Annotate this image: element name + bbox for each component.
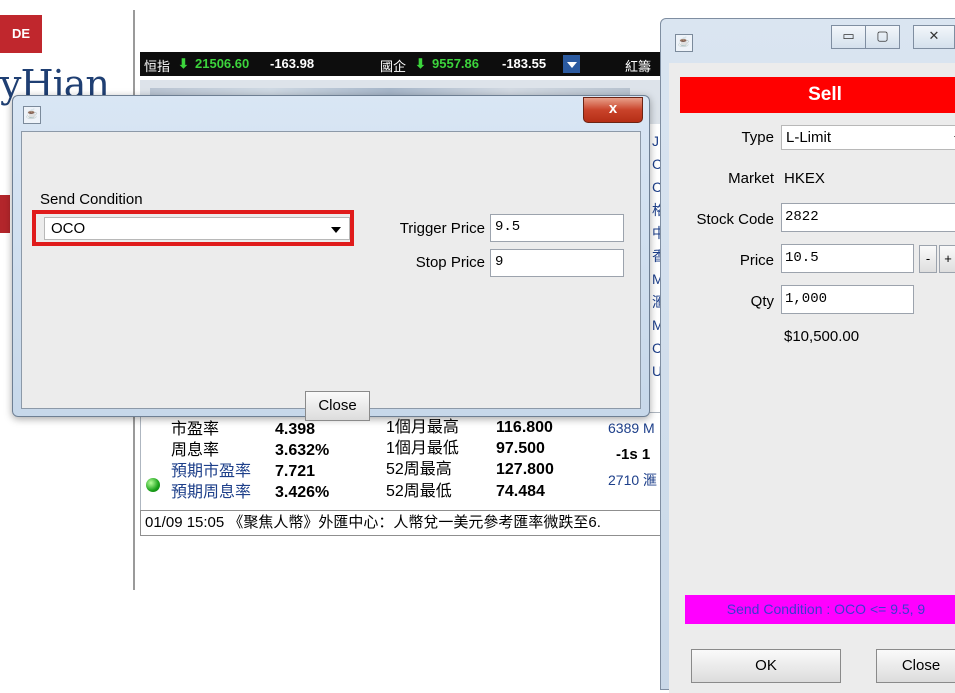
side-value-b: -1s 1	[616, 446, 651, 463]
trigger-price-input[interactable]: 9.5	[490, 214, 624, 242]
news-ticker-text: 01/09 15:05 《聚焦人幣》外匯中心：人幣兌一美元參考匯率微跌至6.	[145, 514, 601, 531]
send-condition-label: Send Condition	[40, 191, 143, 208]
order-type-value: L-Limit	[786, 129, 832, 146]
m1-high-label: 1個月最高	[386, 419, 459, 436]
order-type-select[interactable]: L-Limit	[781, 125, 955, 150]
down-arrow-icon: ⬇	[415, 56, 426, 71]
price-input[interactable]: 10.5	[781, 244, 914, 273]
sell-title-bar: Sell	[680, 77, 955, 113]
hsi-value: 21506.60	[195, 56, 250, 71]
window-close-button[interactable]: ✕	[913, 25, 955, 49]
pe-label: 市盈率	[171, 421, 220, 438]
qty-input[interactable]: 1,000	[781, 285, 914, 314]
yield-value: 3.632%	[275, 442, 330, 459]
chevron-down-icon	[331, 227, 341, 233]
hscei-value: 9557.86	[432, 56, 479, 71]
brand-logo-badge: DE	[0, 15, 42, 53]
sell-order-content: Sell Type L-Limit Market HKEX Stock Code…	[669, 63, 955, 693]
exp-yield-value: 3.426%	[275, 484, 330, 501]
sell-close-button[interactable]: Close	[876, 649, 955, 683]
minimize-button[interactable]: ▭	[831, 25, 866, 49]
market-label: Market	[728, 170, 774, 187]
order-amount: $10,500.00	[784, 328, 860, 345]
status-indicator-icon	[146, 478, 160, 492]
java-app-icon: ☕	[675, 34, 693, 52]
exp-pe-value: 7.721	[275, 463, 316, 480]
index-dropdown-button[interactable]	[563, 55, 580, 73]
w52-high-value: 127.800	[496, 461, 554, 478]
market-value: HKEX	[784, 170, 825, 187]
news-ticker[interactable]: 01/09 15:05 《聚焦人幣》外匯中心：人幣兌一美元參考匯率微跌至6.	[140, 510, 662, 536]
decorative-strip	[0, 195, 10, 233]
stop-price-label: Stop Price	[415, 254, 485, 271]
dialog-content: Send Condition OCO Trigger Price 9.5 Sto…	[21, 131, 641, 421]
dialog-close-button[interactable]: Close	[305, 391, 370, 421]
send-condition-status: Send Condition : OCO <= 9.5, 9	[685, 595, 955, 624]
side-value-a: 6389 M	[608, 420, 655, 436]
m1-high-value: 116.800	[496, 419, 553, 436]
yield-label: 周息率	[171, 442, 220, 459]
m1-low-value: 97.500	[496, 440, 545, 457]
price-increment-button[interactable]: +	[939, 245, 955, 273]
hscei-change: -183.55	[502, 56, 547, 71]
trigger-price-label: Trigger Price	[399, 220, 485, 237]
java-app-icon: ☕	[23, 106, 41, 124]
stop-price-input[interactable]: 9	[490, 249, 624, 277]
side-value-c: 2710 滙	[608, 472, 658, 488]
send-condition-select[interactable]: OCO	[44, 217, 350, 240]
m1-low-label: 1個月最低	[386, 440, 459, 457]
ok-button[interactable]: OK	[691, 649, 841, 683]
price-decrement-button[interactable]: -	[919, 245, 937, 273]
hsi-change: -163.98	[270, 56, 315, 71]
dialog-close-x-button[interactable]: x	[583, 97, 643, 123]
w52-high-label: 52周最高	[386, 461, 452, 478]
hscei-label: 國企	[380, 59, 407, 74]
w52-low-label: 52周最低	[386, 483, 452, 500]
stock-code-input[interactable]: 2822	[781, 203, 955, 232]
redchip-label: 紅籌	[625, 59, 652, 74]
stats-panel: 市盈率 4.398 周息率 3.632% 預期市盈率 7.721 預期周息率 3…	[140, 412, 662, 512]
type-label: Type	[741, 129, 774, 146]
maximize-button[interactable]: ▢	[865, 25, 900, 49]
pe-value: 4.398	[275, 421, 316, 438]
down-arrow-icon: ⬇	[178, 56, 189, 71]
stock-code-label: Stock Code	[696, 211, 774, 228]
market-index-bar: 恒指 ⬇ 21506.60 -163.98 國企 ⬇ 9557.86 -183.…	[140, 52, 660, 76]
exp-pe-label: 預期市盈率	[171, 463, 252, 480]
qty-label: Qty	[750, 293, 774, 310]
sell-order-window: ☕ ▭ ▢ ✕ Sell Type L-Limit Market HKEX St…	[660, 18, 955, 693]
w52-low-value: 74.484	[496, 483, 545, 500]
price-label: Price	[739, 252, 774, 269]
exp-yield-label: 預期周息率	[171, 484, 252, 501]
send-condition-dialog: ☕ x Send Condition OCO Trigger Price 9.5…	[12, 95, 650, 421]
send-condition-value: OCO	[51, 220, 86, 237]
hsi-label: 恒指	[144, 59, 171, 74]
